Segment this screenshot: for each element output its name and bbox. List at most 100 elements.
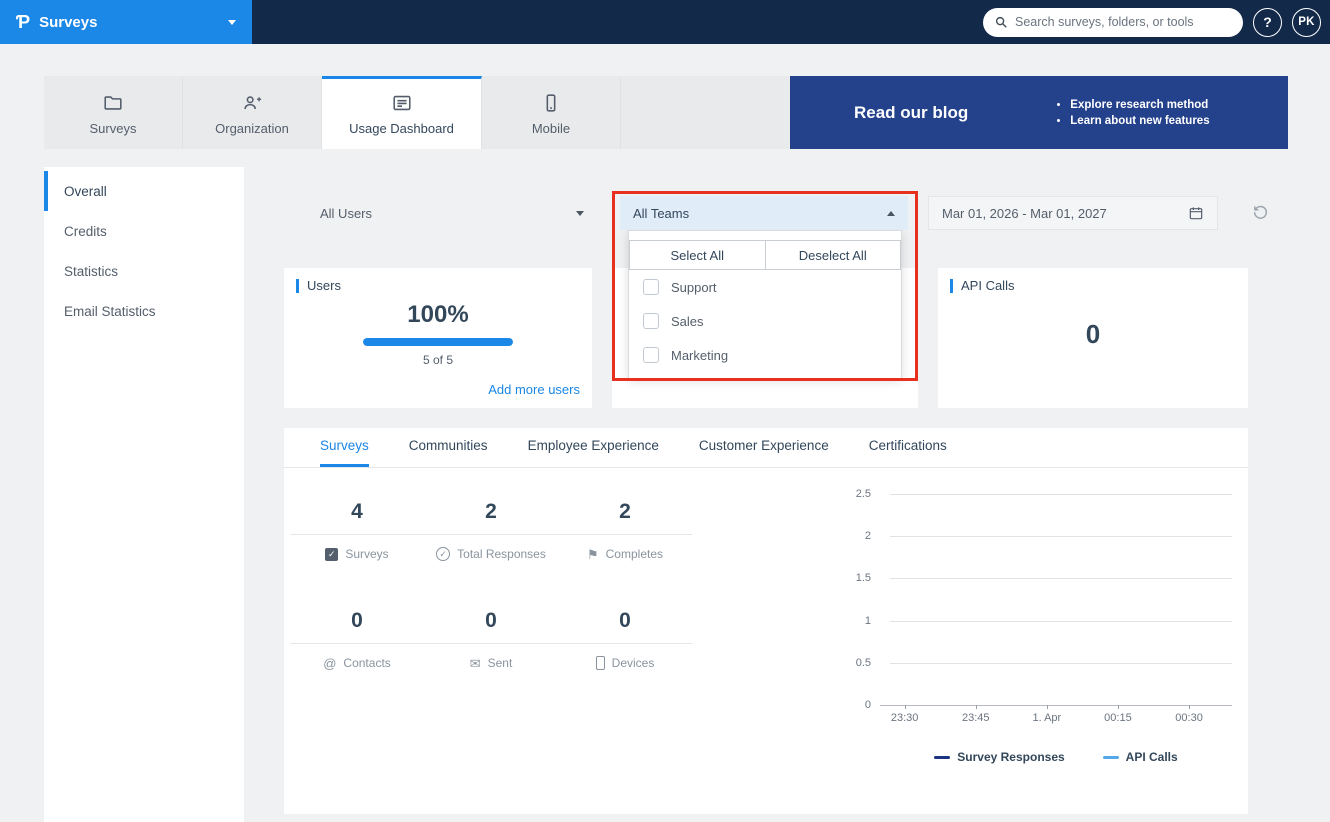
legend-swatch-icon [1102, 755, 1119, 759]
stats-card: Surveys Communities Employee Experience … [284, 428, 1248, 814]
stats-tab-communities[interactable]: Communities [409, 438, 488, 467]
team-option-marketing[interactable]: Marketing [629, 338, 901, 372]
user-avatar[interactable]: PK [1292, 7, 1321, 37]
gridline [890, 662, 1232, 664]
x-tick-label: 00:30 [1175, 712, 1203, 724]
checkbox[interactable] [643, 347, 659, 363]
metric-label: Surveys [345, 547, 389, 561]
mobile-icon [595, 656, 605, 670]
x-tick-label: 23:45 [961, 712, 990, 724]
metric-value: 2 [424, 500, 558, 535]
x-tick-label: 23:30 [890, 712, 919, 724]
add-more-users-link[interactable]: Add more users [488, 382, 580, 397]
brand-logo-icon: Ƥ [16, 11, 31, 32]
sidebar-item-email-statistics[interactable]: Email Statistics [44, 291, 244, 331]
teams-filter-value: All Teams [633, 205, 690, 221]
metric-value: 0 [424, 609, 558, 644]
date-range-picker[interactable]: Mar 01, 2026 - Mar 01, 2027 [928, 196, 1218, 230]
folder-icon [102, 92, 124, 114]
tab-organization[interactable]: Organization [183, 76, 322, 149]
team-option-sales[interactable]: Sales [629, 304, 901, 338]
sidebar-item-overall[interactable]: Overall [44, 171, 244, 211]
stats-tab-surveys[interactable]: Surveys [320, 438, 369, 467]
sidebar-item-label: Email Statistics [64, 303, 156, 319]
blog-banner-bullets: Explore research method Learn about new … [1056, 95, 1209, 131]
help-button[interactable]: ? [1253, 7, 1282, 37]
chevron-down-icon [228, 19, 236, 25]
stats-tab-employee-experience[interactable]: Employee Experience [528, 438, 659, 467]
at-icon: @ [323, 655, 337, 671]
checkbox[interactable] [643, 279, 659, 295]
users-progress-detail: 5 of 5 [422, 353, 454, 367]
metric-value: 4 [290, 500, 424, 535]
team-option-label: Marketing [671, 347, 729, 363]
tab-label: Surveys [89, 121, 137, 136]
metric-completes: 2 ⚑ Completes [558, 500, 692, 561]
blog-bullet: Learn about new features [1070, 115, 1209, 127]
stats-tabs: Surveys Communities Employee Experience … [284, 428, 1248, 468]
mobile-icon [540, 92, 562, 114]
team-option-label: Sales [671, 313, 704, 329]
sidebar-item-credits[interactable]: Credits [44, 211, 244, 251]
blog-bullet: Explore research method [1070, 99, 1209, 111]
main-content: All Users All Teams Mar 01, 2026 - Mar 0… [244, 167, 1288, 822]
metric-value: 0 [558, 609, 692, 644]
global-search[interactable] [983, 7, 1243, 37]
api-calls-card: API Calls 0 [938, 268, 1248, 408]
gridline [890, 620, 1232, 622]
chevron-down-icon [576, 210, 584, 216]
app-title: Surveys [39, 13, 98, 31]
envelope-icon: ✉ [469, 655, 481, 671]
users-filter-select[interactable]: All Users [300, 196, 604, 230]
blog-banner-title: Read our blog [854, 102, 969, 122]
y-tick-label: 0.5 [855, 656, 871, 669]
team-option-label: Support [671, 279, 717, 295]
users-card: Users 100% 5 of 5 Add more users [284, 268, 592, 408]
stats-tab-customer-experience[interactable]: Customer Experience [699, 438, 829, 467]
metric-label: Contacts [343, 656, 391, 670]
deselect-all-button[interactable]: Deselect All [765, 240, 901, 270]
teams-filter-select[interactable]: All Teams [620, 196, 908, 230]
search-input[interactable] [1015, 15, 1232, 29]
product-switcher[interactable]: Ƥ Surveys [0, 0, 252, 44]
team-option-support[interactable]: Support [629, 270, 901, 304]
stats-tab-certifications[interactable]: Certifications [869, 438, 947, 467]
metric-surveys: 4 ✓ Surveys [290, 500, 424, 561]
users-progress-fill [363, 338, 513, 346]
tab-mobile[interactable]: Mobile [482, 76, 621, 149]
metric-devices: 0 Devices [558, 609, 692, 670]
blog-banner[interactable]: Read our blog Explore research method Le… [790, 76, 1288, 149]
tab-label: Organization [215, 121, 289, 136]
chart-legend: Survey Responses API Calls [880, 750, 1232, 764]
y-tick-label: 0 [864, 699, 871, 711]
topbar: Ƥ Surveys ? PK [0, 0, 1330, 44]
date-range-value: Mar 01, 2026 - Mar 01, 2027 [942, 205, 1107, 221]
metric-value: 2 [558, 500, 692, 535]
sidebar-item-statistics[interactable]: Statistics [44, 251, 244, 291]
tab-surveys[interactable]: Surveys [44, 76, 183, 149]
person-add-icon [241, 92, 263, 114]
x-tick-mark [904, 705, 906, 709]
tab-usage-dashboard[interactable]: Usage Dashboard [322, 76, 482, 149]
legend-api-calls[interactable]: API Calls [1102, 750, 1178, 764]
topbar-actions: ? PK [983, 0, 1321, 44]
checkbox-icon: ✓ [325, 547, 339, 561]
users-card-title: Users [296, 279, 580, 293]
legend-label: Survey Responses [957, 750, 1065, 764]
calendar-icon[interactable] [1188, 205, 1204, 221]
search-icon [995, 16, 1007, 28]
x-tick-mark [1046, 705, 1048, 709]
y-tick-label: 2.5 [855, 488, 871, 500]
legend-survey-responses[interactable]: Survey Responses [934, 750, 1065, 764]
metric-contacts: 0 @ Contacts [290, 609, 424, 670]
api-calls-card-title: API Calls [950, 279, 1236, 293]
app-window: Ƥ Surveys ? PK Surveys Organization [0, 0, 1330, 822]
reset-icon [1253, 205, 1267, 219]
x-tick-label: 00:15 [1104, 712, 1132, 724]
x-tick-mark [1189, 705, 1191, 709]
reset-filters-button[interactable] [1252, 203, 1269, 220]
select-all-button[interactable]: Select All [629, 240, 766, 270]
checkbox[interactable] [643, 313, 659, 329]
metric-label: Total Responses [457, 547, 546, 561]
tab-label: Usage Dashboard [349, 121, 454, 136]
